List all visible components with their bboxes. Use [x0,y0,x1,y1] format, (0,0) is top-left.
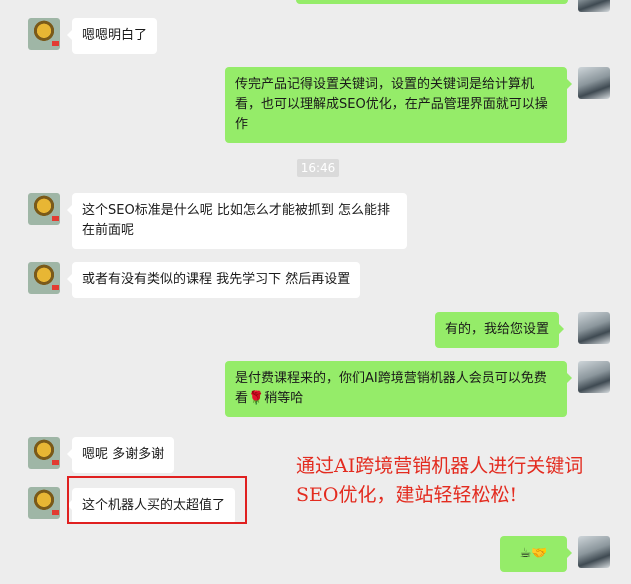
self-avatar-top[interactable] [578,0,610,12]
message-bubble-6[interactable]: 是付费课程来的，你们AI跨境营销机器人会员可以免费看🌹稍等哈 [225,361,572,417]
contact-avatar[interactable] [28,193,60,225]
message-text: 有的，我给您设置 [445,322,550,337]
message-bubble-4[interactable]: 或者有没有类似的课程 我先学习下 然后再设置 [66,262,361,298]
annotation-text: 通过AI跨境营销机器人进行关键词 SEO优化，建站轻轻松松! [296,452,626,510]
self-avatar[interactable] [578,312,610,344]
contact-avatar[interactable] [28,437,60,469]
contact-avatar[interactable] [28,18,60,50]
contact-avatar[interactable] [28,262,60,294]
rose-emoji-icon: 🌹 [248,391,265,406]
highlight-box [67,476,247,524]
message-bubble-2[interactable]: 传完产品记得设置关键词，设置的关键词是给计算机看，也可以理解成SEO优化，在产品… [225,67,572,143]
annotation-line-2: SEO优化，建站轻轻松松! [296,484,518,506]
message-bubble-3[interactable]: 这个SEO标准是什么呢 比如怎么才能被抓到 怎么能排在前面呢 [67,193,407,249]
message-timestamp: 16:46 [297,159,339,177]
message-text: 嗯嗯明白了 [82,28,148,43]
message-bubble-9[interactable]: ☕🤝 [500,536,572,572]
message-text: 传完产品记得设置关键词，设置的关键词是给计算机看，也可以理解成SEO优化，在产品… [235,77,548,132]
self-avatar[interactable] [578,361,610,393]
self-avatar[interactable] [578,536,610,568]
message-bubble-1[interactable]: 嗯嗯明白了 [66,18,158,54]
annotation-line-1: 通过AI跨境营销机器人进行关键词 [296,455,584,477]
message-text: 稍等哈 [264,391,304,406]
self-avatar[interactable] [578,67,610,99]
message-bubble-5[interactable]: 有的，我给您设置 [435,312,565,348]
message-text: 或者有没有类似的课程 我先学习下 然后再设置 [82,272,351,287]
previous-message-bubble-edge [296,0,568,4]
message-text: 这个SEO标准是什么呢 比如怎么才能被抓到 怎么能排在前面呢 [82,203,390,238]
coffee-handshake-emoji-icon: ☕🤝 [519,546,548,561]
contact-avatar[interactable] [28,487,60,519]
message-bubble-7[interactable]: 嗯呢 多谢多谢 [66,437,175,473]
message-text: 嗯呢 多谢多谢 [82,447,165,462]
